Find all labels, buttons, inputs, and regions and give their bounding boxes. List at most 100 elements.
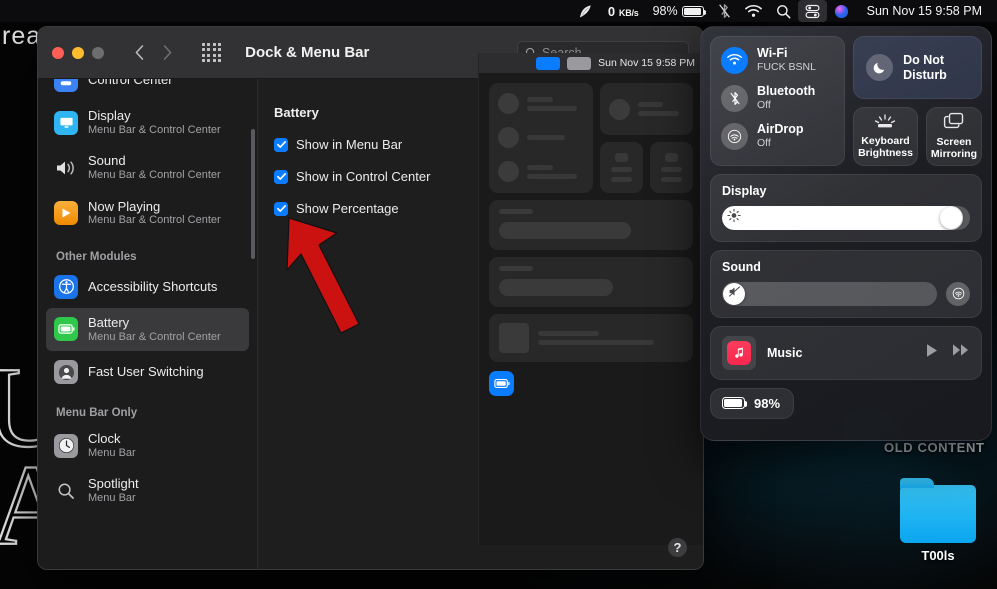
bluetooth-icon bbox=[721, 84, 748, 112]
forward-button[interactable] bbox=[156, 42, 178, 64]
checkbox-show-in-control-center[interactable] bbox=[274, 169, 288, 184]
preview-body bbox=[479, 73, 703, 396]
wifi-network-name: FUCK BSNL bbox=[757, 61, 816, 74]
airplay-icon bbox=[952, 287, 964, 300]
sidebar-sublabel: Menu Bar & Control Center bbox=[88, 330, 221, 343]
sidebar-item-spotlight[interactable]: Spotlight Menu Bar bbox=[46, 469, 249, 512]
window-body: Control Center Display Menu Bar & Contro… bbox=[38, 53, 703, 569]
menubar-network-speed[interactable]: 0 KB/s bbox=[601, 0, 646, 22]
sidebar-label: Accessibility Shortcuts bbox=[88, 278, 218, 294]
music-app-icon bbox=[727, 340, 751, 365]
airplay-sound-button[interactable] bbox=[946, 281, 970, 306]
menubar-control-center[interactable] bbox=[797, 0, 827, 22]
menubar-siri[interactable] bbox=[827, 0, 856, 22]
help-button[interactable]: ? bbox=[668, 538, 687, 557]
wifi-icon bbox=[721, 46, 748, 74]
sidebar-section-menu-bar-only: Menu Bar Only bbox=[56, 407, 138, 420]
control-center-icon bbox=[54, 79, 78, 92]
dnd-title-line2: Disturb bbox=[903, 67, 947, 82]
now-playing-icon bbox=[54, 201, 78, 226]
show-all-grid-button[interactable] bbox=[202, 42, 222, 63]
screen-mirroring-button[interactable]: Screen Mirroring bbox=[925, 107, 982, 166]
preview-menu-bar: Sun Nov 15 9:58 PM bbox=[479, 53, 703, 73]
sidebar-scrollbar[interactable] bbox=[251, 129, 255, 259]
airdrop-state: Off bbox=[757, 137, 771, 150]
network-speed-value: 0 bbox=[607, 3, 615, 19]
system-menu-bar: 0 KB/s 98% Sun Nov 15 9:58 PM bbox=[0, 0, 997, 22]
sidebar-item-fast-user-switching[interactable]: Fast User Switching bbox=[46, 353, 249, 391]
menubar-wifi[interactable] bbox=[738, 0, 769, 22]
desktop-folder-tools[interactable]: T00ls bbox=[898, 478, 978, 563]
music-section: Music bbox=[710, 325, 982, 380]
desktop-folder-label: T00ls bbox=[921, 548, 955, 563]
mute-icon bbox=[728, 285, 741, 303]
sidebar-item-clock[interactable]: Clock Menu Bar bbox=[46, 424, 249, 467]
checkbox-label: Show in Control Center bbox=[296, 169, 431, 184]
display-brightness-slider[interactable] bbox=[722, 205, 970, 230]
keyboard-brightness-icon bbox=[875, 114, 896, 128]
sound-volume-slider[interactable] bbox=[722, 281, 937, 306]
preview-mini-card-2 bbox=[650, 142, 693, 193]
sidebar-item-accessibility-shortcuts[interactable]: Accessibility Shortcuts bbox=[46, 268, 249, 306]
keyboard-brightness-label: Keyboard Brightness bbox=[858, 135, 913, 160]
desktop-old-content-label: OLD CONTENT bbox=[884, 440, 985, 455]
zoom-button[interactable] bbox=[92, 46, 104, 59]
music-play-button[interactable] bbox=[925, 343, 939, 363]
sidebar-item-now-playing[interactable]: Now Playing Menu Bar & Control Center bbox=[46, 192, 249, 235]
preview-sound-card bbox=[489, 257, 693, 307]
sidebar-label: Spotlight bbox=[88, 476, 139, 492]
do-not-disturb-toggle[interactable]: Do Not Disturb bbox=[853, 36, 982, 99]
wifi-toggle[interactable]: Wi-Fi FUCK BSNL bbox=[721, 46, 834, 74]
control-center-mini-row: Keyboard Brightness Screen Mirroring bbox=[853, 107, 982, 166]
music-album-art bbox=[722, 335, 756, 370]
sidebar-item-control-center[interactable]: Control Center bbox=[46, 79, 249, 99]
sidebar-label: Now Playing bbox=[88, 198, 161, 214]
control-center-panel: Wi-Fi FUCK BSNL Bluetooth Off AirDrop Of… bbox=[700, 26, 992, 441]
close-button[interactable] bbox=[52, 46, 64, 59]
display-section: Display bbox=[710, 173, 982, 242]
music-next-button[interactable] bbox=[952, 343, 970, 362]
menubar-clock[interactable]: Sun Nov 15 9:58 PM bbox=[856, 0, 989, 22]
battery-icon bbox=[54, 317, 78, 342]
menubar-bluetooth[interactable] bbox=[711, 0, 738, 22]
user-icon bbox=[54, 360, 78, 385]
sidebar-item-battery[interactable]: Battery Menu Bar & Control Center bbox=[46, 307, 249, 352]
minimize-button[interactable] bbox=[72, 46, 84, 59]
display-title: Display bbox=[722, 183, 767, 198]
sidebar-sublabel: Menu Bar & Control Center bbox=[88, 123, 221, 136]
checkbox-label: Show in Menu Bar bbox=[296, 137, 403, 152]
wifi-title: Wi-Fi bbox=[757, 46, 788, 60]
airdrop-icon bbox=[721, 122, 748, 150]
preview-display-card bbox=[489, 200, 693, 250]
menubar-battery[interactable]: 98% bbox=[646, 0, 711, 22]
airdrop-title: AirDrop bbox=[757, 122, 804, 137]
battery-section[interactable]: 98% bbox=[710, 387, 795, 419]
battery-settings-pane: Battery Show in Menu Bar Show in Control… bbox=[258, 53, 703, 569]
sidebar-sublabel: Menu Bar & Control Center bbox=[88, 214, 221, 227]
preview-dnd-card bbox=[600, 83, 693, 135]
checkbox-show-in-menu-bar[interactable] bbox=[274, 137, 288, 152]
traffic-lights bbox=[52, 46, 104, 59]
navigation-buttons bbox=[128, 42, 178, 64]
sidebar-item-display[interactable]: Display Menu Bar & Control Center bbox=[46, 101, 249, 144]
music-title: Music bbox=[767, 345, 803, 360]
sidebar-label: Sound bbox=[88, 153, 126, 169]
control-center-top-row: Wi-Fi FUCK BSNL Bluetooth Off AirDrop Of… bbox=[710, 36, 982, 166]
brightness-icon bbox=[727, 208, 741, 227]
bluetooth-toggle[interactable]: Bluetooth Off bbox=[721, 84, 834, 112]
preview-mini-card-1 bbox=[600, 142, 643, 193]
clock-icon bbox=[54, 433, 78, 458]
sidebar-label: Display bbox=[88, 108, 131, 123]
back-button[interactable] bbox=[128, 42, 150, 64]
sound-icon bbox=[54, 156, 78, 180]
menubar-spotlight-search[interactable] bbox=[769, 0, 798, 22]
sidebar-sublabel: Menu Bar bbox=[88, 492, 136, 505]
sidebar-section-other-modules: Other Modules bbox=[56, 250, 137, 263]
keyboard-brightness-button[interactable]: Keyboard Brightness bbox=[853, 107, 918, 166]
sound-section: Sound bbox=[710, 249, 982, 318]
modules-sidebar[interactable]: Control Center Display Menu Bar & Contro… bbox=[38, 79, 258, 569]
airdrop-toggle[interactable]: AirDrop Off bbox=[721, 122, 834, 150]
sidebar-item-sound[interactable]: Sound Menu Bar & Control Center bbox=[46, 146, 249, 189]
menubar-feather-icon[interactable] bbox=[570, 0, 601, 22]
checkbox-show-percentage[interactable] bbox=[274, 201, 288, 216]
